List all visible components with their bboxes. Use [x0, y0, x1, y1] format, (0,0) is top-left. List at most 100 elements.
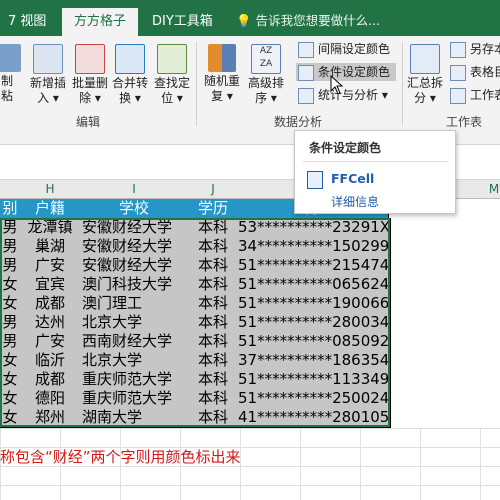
- table-cell[interactable]: 本科: [188, 370, 239, 390]
- group-separator: [402, 42, 403, 126]
- table-cell[interactable]: 51**********113349: [238, 370, 391, 390]
- table-cell[interactable]: 广安: [20, 332, 81, 352]
- random-repeat-button[interactable]: 随机重 复 ▾: [200, 44, 244, 104]
- table-cell[interactable]: 达州: [20, 313, 81, 333]
- table-cell[interactable]: 34**********150299: [238, 237, 391, 257]
- table-directory-button[interactable]: 表格目: [448, 63, 500, 81]
- group-separator: [196, 42, 197, 126]
- column-header[interactable]: M: [488, 180, 500, 199]
- batch-delete-button[interactable]: 批量删 除 ▾: [70, 44, 110, 106]
- table-cell[interactable]: 澳门理工: [80, 294, 191, 314]
- table-cell[interactable]: 37**********186354: [238, 351, 391, 371]
- header-cell[interactable]: 学历: [188, 199, 239, 219]
- interval-color-button[interactable]: 间隔设定颜色: [296, 40, 390, 58]
- button-label: 分 ▾: [414, 91, 436, 105]
- table-cell[interactable]: 男: [0, 313, 21, 333]
- table-cell[interactable]: 女: [0, 275, 21, 295]
- table-cell[interactable]: 宜宾: [20, 275, 81, 295]
- column-header[interactable]: H: [20, 180, 81, 199]
- button-label: 表格目: [470, 65, 500, 79]
- table-cell[interactable]: 北京大学: [80, 313, 191, 333]
- table-cell[interactable]: 男: [0, 237, 21, 257]
- table-cell[interactable]: 男: [0, 332, 21, 352]
- ribbon: 制 粘 新增插 入 ▾ 批量删 除 ▾ 合并转 换 ▾ 查找定 位 ▾ 随机重 …: [0, 36, 500, 145]
- conditional-color-tooltip: 条件设定颜色 FFCell 详细信息: [294, 130, 456, 214]
- ribbon-tab-bar: 7 视图 方方格子 DIY工具箱 💡 告诉我您想要做什么...: [0, 0, 500, 36]
- table-cell[interactable]: 51**********215474: [238, 256, 391, 276]
- table-cell[interactable]: 本科: [188, 332, 239, 352]
- table-cell[interactable]: 成都: [20, 370, 81, 390]
- table-cell[interactable]: 成都: [20, 294, 81, 314]
- table-cell[interactable]: 51**********280034: [238, 313, 391, 333]
- table-row: 女成都 澳门理工 本科 51**********190066: [0, 294, 391, 314]
- header-cell[interactable]: 别: [0, 199, 21, 219]
- table-cell[interactable]: 41**********280105: [238, 408, 391, 428]
- table-cell[interactable]: 安徽财经大学: [80, 237, 191, 257]
- table-cell[interactable]: 51**********250024: [238, 389, 391, 409]
- tell-me-box[interactable]: 💡 告诉我您想要做什么...: [236, 8, 380, 34]
- table-cell[interactable]: 临沂: [20, 351, 81, 371]
- table-cell[interactable]: 女: [0, 351, 21, 371]
- button-label: 复 ▾: [211, 89, 233, 103]
- worksheet-button[interactable]: 工作表: [448, 86, 500, 104]
- table-cell[interactable]: 本科: [188, 256, 239, 276]
- button-label: 高级排: [247, 76, 284, 90]
- table-cell[interactable]: 男: [0, 256, 21, 276]
- table-cell[interactable]: 女: [0, 294, 21, 314]
- table-cell[interactable]: 湖南大学: [80, 408, 191, 428]
- table-cell[interactable]: 53**********23291X: [238, 218, 391, 238]
- table-cell[interactable]: 本科: [188, 351, 239, 371]
- table-cell[interactable]: 51**********065624: [238, 275, 391, 295]
- insert-button[interactable]: 新增插 入 ▾: [26, 44, 70, 106]
- table-cell[interactable]: 安徽财经大学: [80, 218, 191, 238]
- table-row: 女临沂 北京大学 本科 37**********186354: [0, 351, 391, 371]
- table-cell[interactable]: 德阳: [20, 389, 81, 409]
- table-cell[interactable]: 北京大学: [80, 351, 191, 371]
- header-cell[interactable]: 户籍: [20, 199, 81, 219]
- table-cell[interactable]: 重庆师范大学: [80, 389, 191, 409]
- column-header[interactable]: I: [80, 180, 189, 199]
- tab-view[interactable]: 7 视图: [8, 10, 46, 36]
- table-cell[interactable]: 龙潭镇: [20, 218, 81, 238]
- table-cell[interactable]: 本科: [188, 237, 239, 257]
- save-as-button[interactable]: 另存本: [448, 40, 500, 58]
- delete-grid-icon: [75, 44, 105, 74]
- table-cell[interactable]: 本科: [188, 275, 239, 295]
- conditional-color-button[interactable]: 条件设定颜色: [296, 63, 397, 81]
- tab-diy-toolbox[interactable]: DIY工具箱: [152, 10, 213, 36]
- table-row: 女德阳 重庆师范大学 本科 51**********250024: [0, 389, 391, 409]
- table-cell[interactable]: 女: [0, 408, 21, 428]
- table-cell[interactable]: 本科: [188, 408, 239, 428]
- tooltip-more-info-link[interactable]: 详细信息: [331, 193, 379, 210]
- table-cell[interactable]: 51**********190066: [238, 294, 391, 314]
- table-cell[interactable]: 女: [0, 389, 21, 409]
- lightbulb-icon: 💡: [236, 13, 252, 28]
- sort-az-icon: AZ ZA: [251, 44, 281, 74]
- column-header[interactable]: [0, 180, 21, 199]
- table-cell[interactable]: 本科: [188, 294, 239, 314]
- table-cell[interactable]: 本科: [188, 218, 239, 238]
- table-cell[interactable]: 郑州: [20, 408, 81, 428]
- tab-fangfang[interactable]: 方方格子: [62, 8, 139, 36]
- table-cell[interactable]: 本科: [188, 389, 239, 409]
- table-cell[interactable]: 安徽财经大学: [80, 256, 191, 276]
- table-cell[interactable]: 巢湖: [20, 237, 81, 257]
- paste-button[interactable]: 制 粘: [0, 44, 22, 104]
- statistics-icon: [298, 88, 314, 104]
- header-cell[interactable]: 学校: [80, 199, 189, 219]
- button-label: 统计与分析 ▾: [318, 88, 388, 102]
- button-label: 条件设定颜色: [318, 65, 391, 79]
- table-cell[interactable]: 西南财经大学: [80, 332, 191, 352]
- table-cell[interactable]: 51**********085092: [238, 332, 391, 352]
- merge-convert-button[interactable]: 合并转 换 ▾: [110, 44, 150, 106]
- table-cell[interactable]: 男: [0, 218, 21, 238]
- advanced-sort-button[interactable]: AZ ZA 高级排 序 ▾: [244, 44, 288, 106]
- column-header[interactable]: J: [188, 180, 239, 199]
- table-cell[interactable]: 重庆师范大学: [80, 370, 191, 390]
- table-cell[interactable]: 澳门科技大学: [80, 275, 191, 295]
- find-locate-button[interactable]: 查找定 位 ▾: [152, 44, 192, 106]
- summary-split-button[interactable]: 汇总拆 分 ▾: [404, 44, 446, 106]
- table-cell[interactable]: 广安: [20, 256, 81, 276]
- table-cell[interactable]: 女: [0, 370, 21, 390]
- table-cell[interactable]: 本科: [188, 313, 239, 333]
